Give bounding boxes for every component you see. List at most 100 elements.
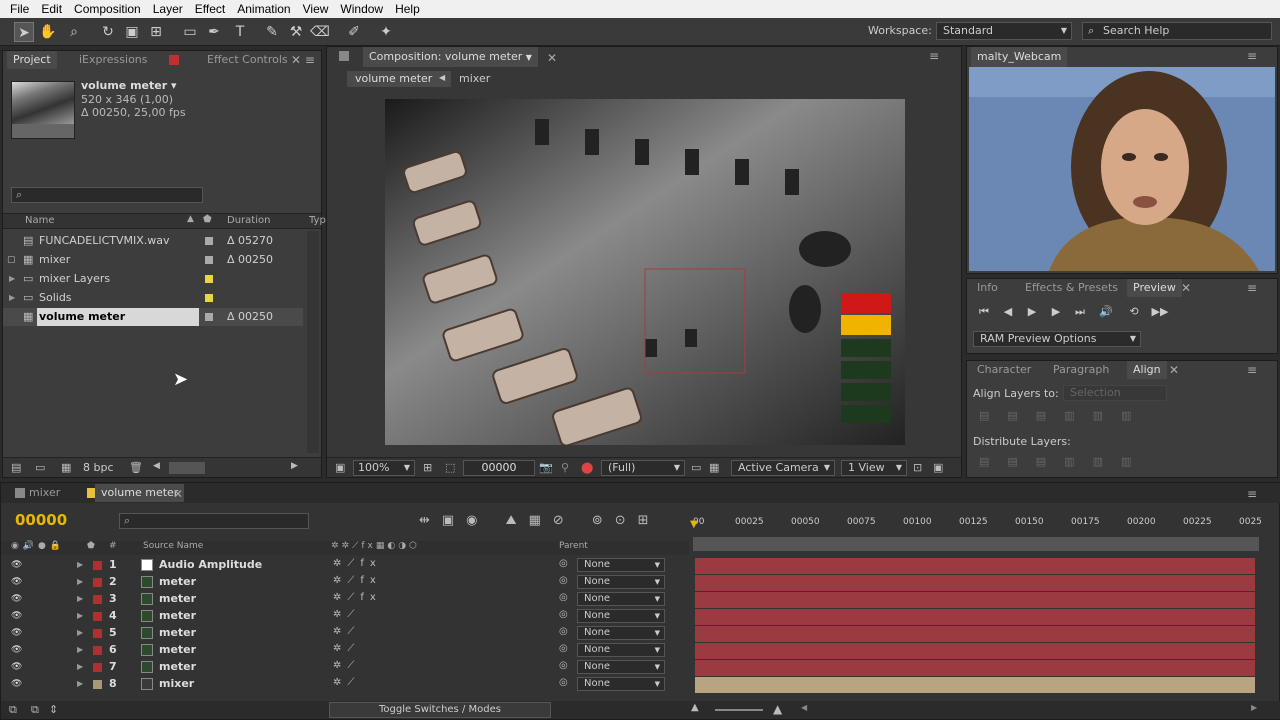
fast-previews-icon[interactable]: ▣ [933, 461, 943, 474]
tab-webcam[interactable]: malty_Webcam [971, 47, 1068, 67]
parent-select[interactable]: None ▼ [577, 660, 665, 674]
selection-tool-icon[interactable]: ➤ [14, 22, 34, 42]
puppet-pin-tool-icon[interactable]: ✦ [376, 22, 396, 42]
audio-icon[interactable]: 🔊 [1097, 305, 1115, 319]
layer-name[interactable]: meter [159, 575, 196, 588]
zoom-tool-icon[interactable]: ⌕ [64, 22, 84, 42]
visibility-eye-icon[interactable]: 👁 [11, 560, 22, 570]
disclosure-triangle-icon[interactable]: ▶ [77, 594, 83, 603]
col-type[interactable]: Typ [309, 215, 326, 226]
first-frame-icon[interactable]: ⏮ [975, 305, 993, 319]
tab-volume-meter[interactable]: volume meter [95, 484, 185, 502]
layer-name[interactable]: meter [159, 660, 196, 673]
disclosure-triangle-icon[interactable]: ▶ [9, 289, 15, 307]
table-row[interactable]: 👁 ▶ 3 meter ✲⟋fx ◎ None ▼ [1, 591, 689, 608]
visibility-eye-icon[interactable]: 👁 [11, 662, 22, 672]
list-item[interactable]: ▶ ▭ Solids [3, 289, 303, 307]
rectangle-tool-icon[interactable]: ▭ [180, 22, 200, 42]
parent-pickwhip-icon[interactable]: ◎ [559, 609, 568, 620]
layer-name[interactable]: meter [159, 592, 196, 605]
timeline-zoom-slider[interactable] [715, 709, 763, 711]
disclosure-triangle-icon[interactable]: ▶ [77, 560, 83, 569]
layer-duration-bar[interactable] [695, 626, 1255, 642]
comp-flowchart-icon[interactable]: ⧉ [9, 703, 17, 717]
disclosure-triangle-icon[interactable]: ▶ [77, 611, 83, 620]
disclosure-triangle-icon[interactable]: ▶ [77, 628, 83, 637]
parent-select[interactable]: None ▼ [577, 643, 665, 657]
project-search-input[interactable]: ⌕ [11, 187, 203, 203]
visibility-eye-icon[interactable]: 👁 [11, 594, 22, 604]
parent-pickwhip-icon[interactable]: ◎ [559, 575, 568, 586]
roto-brush-tool-icon[interactable]: ✐ [344, 22, 364, 42]
layer-duration-bar[interactable] [695, 660, 1255, 676]
parent-select[interactable]: None ▼ [577, 592, 665, 606]
snapshot-icon[interactable]: 📷 [539, 461, 553, 474]
table-row[interactable]: 👁 ▶ 8 mixer ✲⟋ ◎ None ▼ [1, 676, 689, 693]
col-name[interactable]: Name [25, 215, 55, 226]
text-tool-icon[interactable]: T [230, 22, 250, 42]
parent-select[interactable]: None ▼ [577, 558, 665, 572]
close-icon[interactable]: ✕ [1169, 363, 1179, 377]
list-item[interactable]: ▤ FUNCADELICTVMIX.wav Δ 05270 [3, 232, 303, 250]
layer-switches[interactable]: ✲⟋fx [333, 575, 382, 586]
col-source-name[interactable]: Source Name [143, 541, 203, 551]
disclosure-triangle-icon[interactable]: ▶ [77, 679, 83, 688]
playhead-icon[interactable]: ▼ [690, 519, 698, 539]
tab-info[interactable]: Info [971, 279, 1004, 297]
work-area-bar[interactable] [693, 537, 1259, 551]
col-parent[interactable]: Parent [559, 541, 588, 551]
hand-tool-icon[interactable]: ✋ [38, 22, 58, 42]
visibility-eye-icon[interactable]: 👁 [11, 679, 22, 689]
visibility-eye-icon[interactable]: 👁 [11, 611, 22, 621]
transparency-grid-icon[interactable]: ▦ [709, 461, 719, 474]
scroll-left-icon[interactable]: ◀ [801, 703, 807, 712]
clone-stamp-tool-icon[interactable]: ⚒ [286, 22, 306, 42]
visibility-eye-icon[interactable]: 👁 [11, 577, 22, 587]
parent-select[interactable]: None ▼ [577, 575, 665, 589]
roi-icon[interactable]: ▭ [691, 461, 701, 474]
tab-mixer[interactable]: mixer [23, 484, 66, 502]
disclosure-triangle-icon[interactable]: ▶ [77, 577, 83, 586]
align-buttons[interactable]: ▤▤▤▥▥▥ [979, 409, 1149, 422]
table-row[interactable]: 👁 ▶ 2 meter ✲⟋fx ◎ None ▼ [1, 574, 689, 591]
graph-editor-icon[interactable]: ⇕ [49, 703, 58, 716]
bpc-label[interactable]: 8 bpc [83, 461, 114, 474]
panel-menu-icon[interactable]: ✕ ≡ [291, 53, 315, 67]
menu-composition[interactable]: Composition [68, 2, 147, 16]
layer-duration-bar[interactable] [695, 609, 1255, 625]
layer-name[interactable]: Audio Amplitude [159, 558, 262, 571]
label-color-swatch[interactable] [93, 578, 102, 587]
always-preview-icon[interactable]: ▣ [335, 461, 345, 474]
layer-name[interactable]: mixer [159, 677, 194, 690]
color-channels-icon[interactable]: ⬤ [581, 461, 593, 474]
camera-select[interactable]: Active Camera ▼ [731, 460, 835, 476]
layer-duration-bar[interactable] [695, 575, 1255, 591]
parent-pickwhip-icon[interactable]: ◎ [559, 558, 568, 569]
scroll-left-icon[interactable]: ◀ [153, 461, 160, 471]
scroll-right-icon[interactable]: ▶ [1251, 703, 1257, 712]
last-frame-icon[interactable]: ⏭ [1071, 305, 1089, 319]
table-row[interactable]: 👁 ▶ 5 meter ✲⟋ ◎ None ▼ [1, 625, 689, 642]
tab-effects-presets[interactable]: Effects & Presets [1019, 279, 1124, 297]
layer-name[interactable]: meter [159, 626, 196, 639]
menu-view[interactable]: View [297, 2, 335, 16]
disclosure-triangle-icon[interactable]: ▶ [77, 662, 83, 671]
layer-switches[interactable]: ✲⟋ [333, 626, 360, 637]
toggle-switches-modes-button[interactable]: Toggle Switches / Modes [329, 702, 551, 718]
view-layout-select[interactable]: 1 View ▼ [841, 460, 907, 476]
parent-pickwhip-icon[interactable]: ◎ [559, 592, 568, 603]
tab-effect-controls[interactable]: Effect Controls [201, 51, 294, 69]
label-color-swatch[interactable] [93, 595, 102, 604]
camera-tool-icon[interactable]: ▣ [122, 22, 142, 42]
layer-switches[interactable]: ✲⟋ [333, 643, 360, 654]
prev-frame-icon[interactable]: ◀ [999, 305, 1017, 319]
close-icon[interactable]: ✕ [1181, 281, 1191, 295]
col-duration[interactable]: Duration [227, 215, 270, 226]
mask-visibility-icon[interactable]: ⬚ [445, 461, 455, 474]
zoom-in-icon[interactable]: ▲ [773, 702, 782, 716]
tab-project[interactable]: Project [7, 51, 57, 69]
project-scrollbar[interactable] [307, 231, 319, 453]
rotate-tool-icon[interactable]: ↻ [98, 22, 118, 42]
search-help-input[interactable]: ⌕ Search Help [1082, 22, 1272, 40]
menu-animation[interactable]: Animation [231, 2, 296, 16]
